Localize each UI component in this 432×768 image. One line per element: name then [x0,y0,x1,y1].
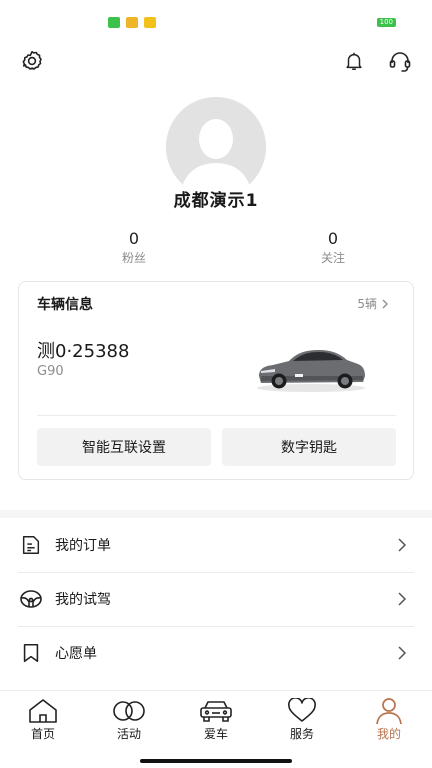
car-icon [200,701,232,722]
bookmark-icon [23,643,39,663]
vehicle-image[interactable] [255,338,367,394]
chevron-right-icon [398,646,407,660]
rings-icon [113,701,145,721]
menu-item-label: 我的试驾 [55,592,111,608]
card-divider [37,415,396,416]
vehicle-info-card: 车辆信息 5辆 测0·25388 G90 智能互联设置 数字钥匙 [18,281,414,480]
following-stat[interactable]: 0 关注 [273,228,393,266]
home-indicator [140,759,292,763]
menu-item-label: 我的订单 [55,538,111,554]
profile-section: 100 成都演示1 0 粉丝 0 关注 车辆信息 5辆 测0·25388 G90… [0,0,432,510]
tab-label: 首页 [30,727,55,741]
status-bar: 100 [0,0,432,44]
heart-icon [288,698,316,722]
followers-stat[interactable]: 0 粉丝 [74,228,194,266]
avatar[interactable] [166,97,266,197]
digital-key-button[interactable]: 数字钥匙 [222,428,396,466]
tab-label: 爱车 [203,727,228,741]
followers-label: 粉丝 [121,251,146,265]
weibo-notification-icon [144,17,156,28]
default-avatar-icon [166,97,266,197]
chevron-right-icon [398,538,407,552]
chevron-right-icon [398,592,407,606]
tab-activity[interactable]: 活动 [99,697,159,742]
steering-wheel-icon [20,590,42,608]
tab-label: 活动 [116,727,141,741]
vehicle-card-title: 车辆信息 [37,297,93,313]
vehicle-model: G90 [37,364,64,379]
bell-icon [346,52,362,70]
tab-home[interactable]: 首页 [13,697,73,742]
vehicle-count-link[interactable]: 5辆 [357,295,389,312]
headset-icon [389,52,411,72]
user-icon [376,698,402,725]
profile-menu: 我的订单 我的试驾 心愿单 [0,518,432,690]
bottom-tab-bar: 首页 活动 爱车 服务 我的 [0,690,432,768]
settings-button[interactable] [19,48,45,74]
menu-item-my-test-drive[interactable]: 我的试驾 [18,572,414,626]
app-notification-icon [108,17,120,28]
order-icon [22,536,40,554]
customer-service-button[interactable] [387,48,413,74]
followers-count: 0 [128,229,140,248]
tab-label: 我的 [376,727,401,741]
following-count: 0 [327,229,339,248]
status-notification-icons [108,17,156,28]
message-notification-icon [126,17,138,28]
menu-item-my-orders[interactable]: 我的订单 [18,518,414,572]
menu-item-label: 心愿单 [55,646,97,662]
gear-icon [22,51,42,70]
tab-service[interactable]: 服务 [272,697,332,742]
tab-label: 服务 [289,727,314,741]
vehicle-count: 5辆 [357,297,377,311]
chevron-right-icon [382,299,388,308]
tab-my-car[interactable]: 爱车 [186,697,246,742]
username: 成都演示1 [173,191,259,211]
license-plate: 测0·25388 [37,341,130,362]
tab-mine[interactable]: 我的 [359,697,419,742]
smart-connect-settings-button[interactable]: 智能互联设置 [37,428,211,466]
following-label: 关注 [320,251,345,265]
home-icon [29,699,57,723]
notification-button[interactable] [341,48,367,74]
battery-indicator: 100 [376,18,396,27]
menu-item-wishlist[interactable]: 心愿单 [18,626,414,680]
